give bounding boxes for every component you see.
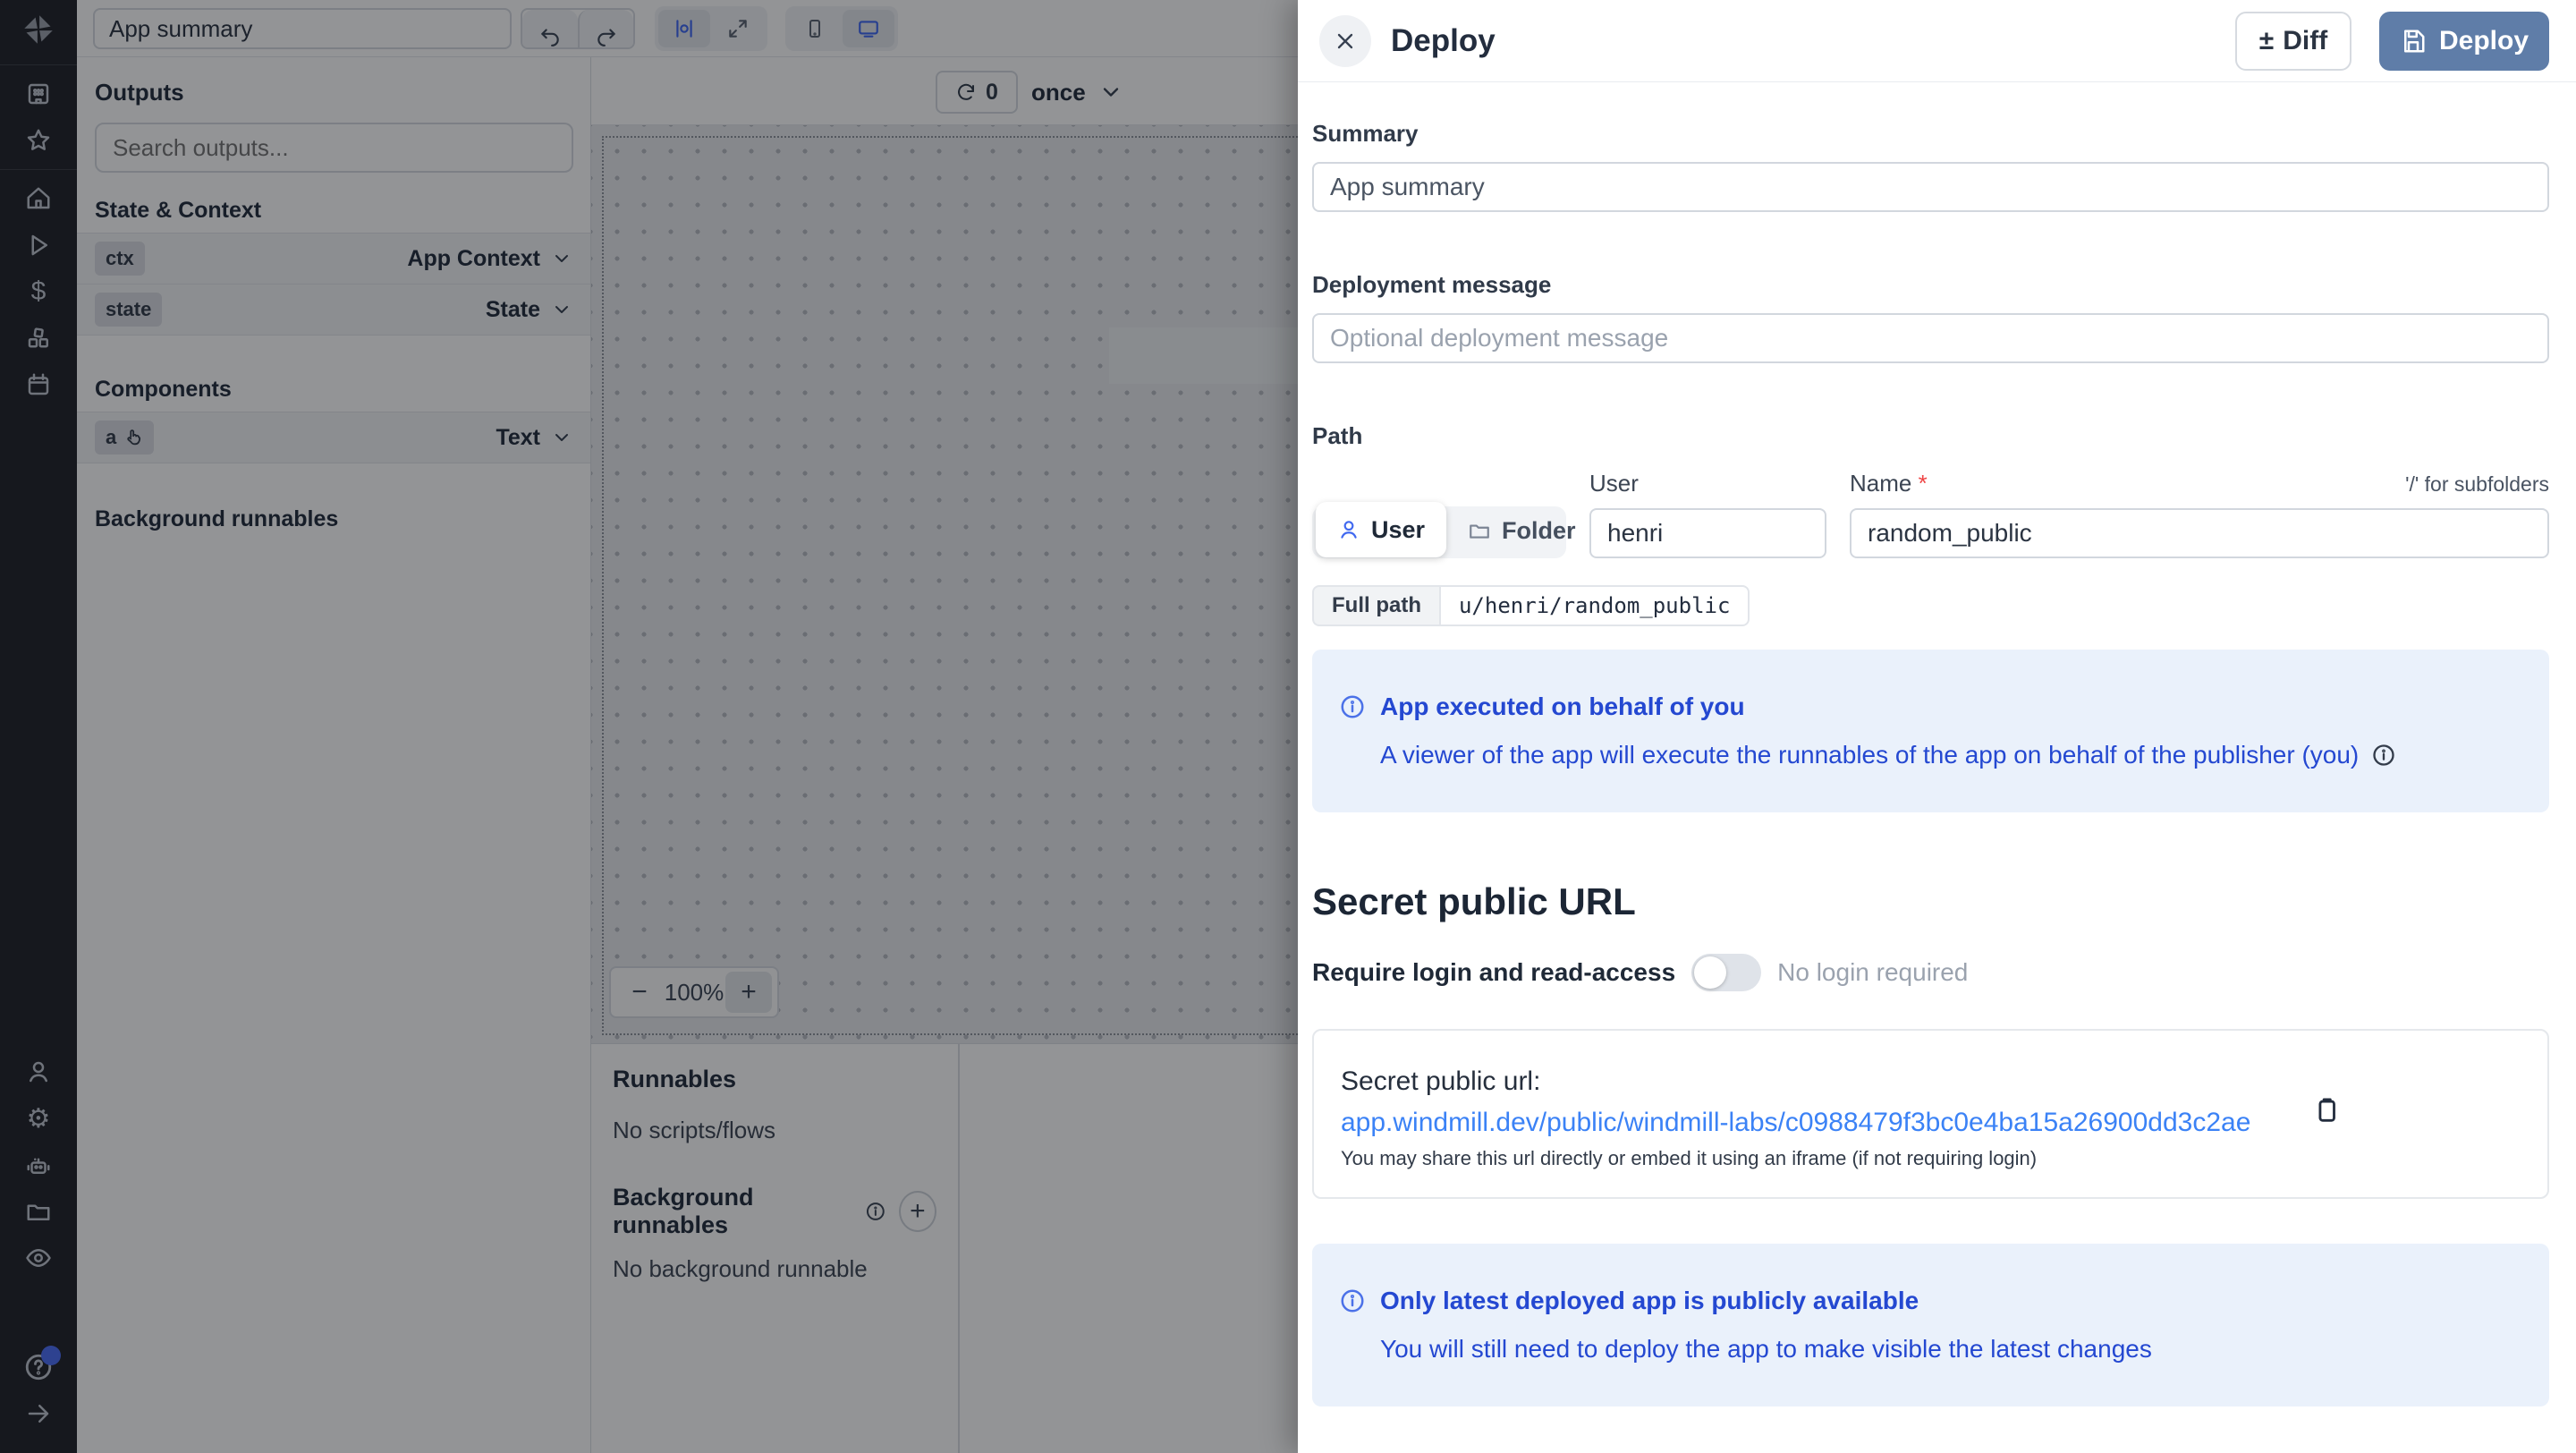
folder-icon <box>1468 519 1491 542</box>
execute-on-behalf-body: A viewer of the app will execute the run… <box>1380 741 2359 769</box>
drawer-header: Deploy ± Diff Deploy <box>1298 0 2576 82</box>
name-field-label: Name * <box>1850 470 1928 497</box>
full-path-row: Full path u/henri/random_public <box>1312 585 2549 626</box>
deployment-message-label: Deployment message <box>1312 271 2549 299</box>
secret-public-url-heading: Secret public URL <box>1312 880 2549 923</box>
execute-on-behalf-infobox: App executed on behalf of you A viewer o… <box>1312 650 2549 812</box>
secret-url-caption: You may share this url directly or embed… <box>1341 1147 2521 1170</box>
latest-deploy-infobox: Only latest deployed app is publicly ava… <box>1312 1244 2549 1406</box>
latest-deploy-body: You will still need to deploy the app to… <box>1380 1335 2152 1364</box>
drawer-title: Deploy <box>1391 23 1496 59</box>
info-icon <box>1339 693 1366 720</box>
deploy-button[interactable]: Deploy <box>2379 12 2549 71</box>
name-field[interactable] <box>1850 508 2549 558</box>
require-login-label: Require login and read-access <box>1312 958 1675 987</box>
secret-url-link[interactable]: app.windmill.dev/public/windmill-labs/c0… <box>1341 1108 2250 1138</box>
required-asterisk: * <box>1919 470 1928 497</box>
deploy-drawer: Deploy ± Diff Deploy Summary Deployment … <box>1298 0 2576 1453</box>
full-path-label: Full path <box>1312 585 1439 626</box>
full-path-value: u/henri/random_public <box>1439 585 1750 626</box>
plus-minus-icon: ± <box>2259 26 2274 56</box>
summary-label: Summary <box>1312 120 2549 148</box>
secret-url-box: Secret public url: app.windmill.dev/publ… <box>1312 1029 2549 1199</box>
summary-input[interactable] <box>1312 162 2549 212</box>
require-login-toggle[interactable] <box>1691 954 1761 991</box>
subfolder-hint: '/' for subfolders <box>2405 472 2549 497</box>
path-label: Path <box>1312 422 2549 450</box>
owner-folder-option[interactable]: Folder <box>1446 505 1597 557</box>
owner-user-option[interactable]: User <box>1316 502 1446 557</box>
info-icon[interactable] <box>2371 743 2396 768</box>
owner-kind-toggle: User Folder <box>1312 506 1566 558</box>
latest-deploy-title: Only latest deployed app is publicly ava… <box>1380 1287 1919 1315</box>
diff-button[interactable]: ± Diff <box>2235 12 2351 71</box>
deployment-message-input[interactable] <box>1312 313 2549 363</box>
close-icon[interactable] <box>1319 15 1371 67</box>
info-icon <box>1339 1287 1366 1314</box>
login-toggle-state: No login required <box>1777 958 1968 987</box>
user-field-label: User <box>1589 470 1826 497</box>
save-icon <box>2400 28 2427 55</box>
execute-on-behalf-title: App executed on behalf of you <box>1380 693 1745 721</box>
user-person-icon <box>1337 518 1360 541</box>
secret-url-label: Secret public url: <box>1341 1066 2521 1097</box>
clipboard-copy-icon[interactable] <box>2311 1095 2342 1128</box>
user-field[interactable] <box>1589 508 1826 558</box>
